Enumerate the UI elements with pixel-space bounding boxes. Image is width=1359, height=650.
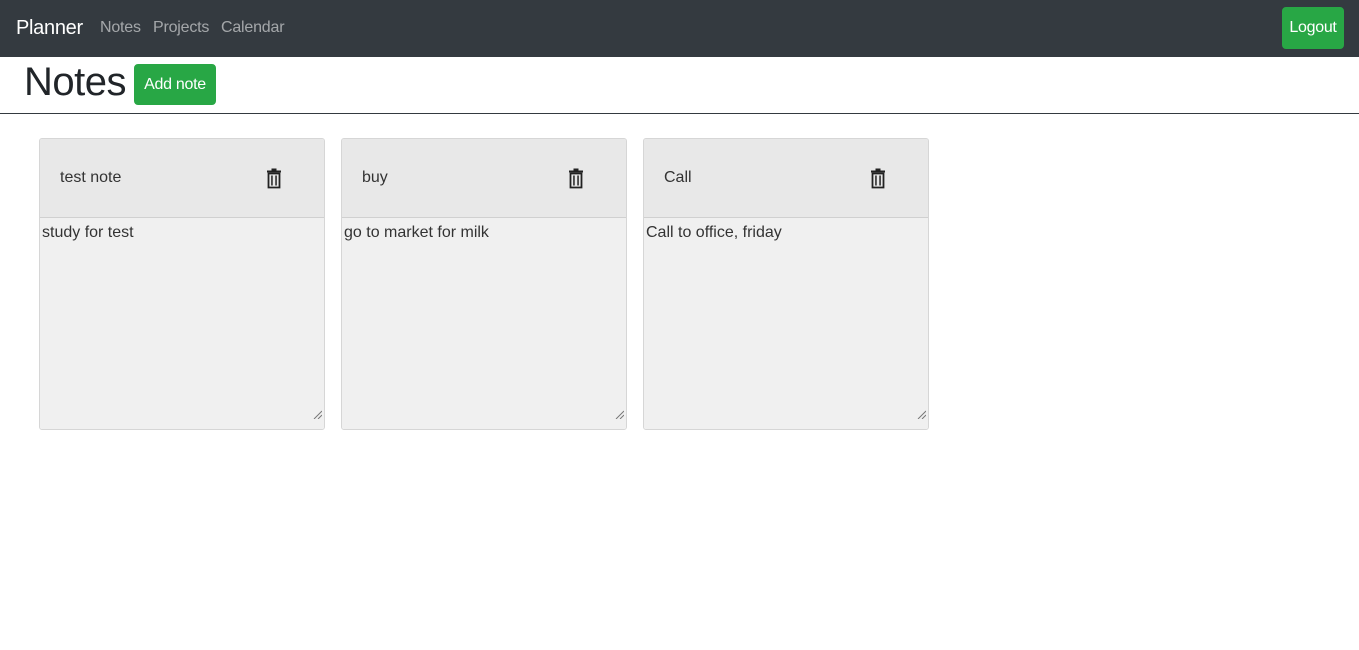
note-body-textarea[interactable]: Call to office, friday [644,219,928,429]
trash-icon [262,167,286,191]
delete-note-button[interactable] [262,167,286,191]
note-title[interactable]: test note [60,168,121,188]
resize-handle-icon[interactable] [313,406,323,420]
trash-icon [564,167,588,191]
note-body-textarea[interactable]: go to market for milk [342,219,626,429]
note-card: test note study for test [39,138,325,430]
page-title: Notes [24,60,127,104]
note-title[interactable]: buy [362,168,388,188]
delete-note-button[interactable] [866,167,890,191]
note-title[interactable]: Call [664,168,692,188]
add-note-button[interactable]: Add note [134,64,216,105]
nav-link-projects[interactable]: Projects [153,17,209,39]
nav-link-notes[interactable]: Notes [100,17,141,39]
delete-note-button[interactable] [564,167,588,191]
resize-handle-icon[interactable] [615,406,625,420]
note-card: buy go to market for milk [341,138,627,430]
note-header: buy [342,139,626,218]
brand-logo[interactable]: Planner [16,15,83,41]
note-body-textarea[interactable]: study for test [40,219,324,429]
note-card: Call Call to office, friday [643,138,929,430]
trash-icon [866,167,890,191]
resize-handle-icon[interactable] [917,406,927,420]
top-navbar: Planner Notes Projects Calendar Logout [0,0,1359,57]
header-divider [0,113,1359,114]
note-header: Call [644,139,928,218]
note-header: test note [40,139,324,218]
logout-button[interactable]: Logout [1282,7,1344,49]
nav-link-calendar[interactable]: Calendar [221,17,285,39]
